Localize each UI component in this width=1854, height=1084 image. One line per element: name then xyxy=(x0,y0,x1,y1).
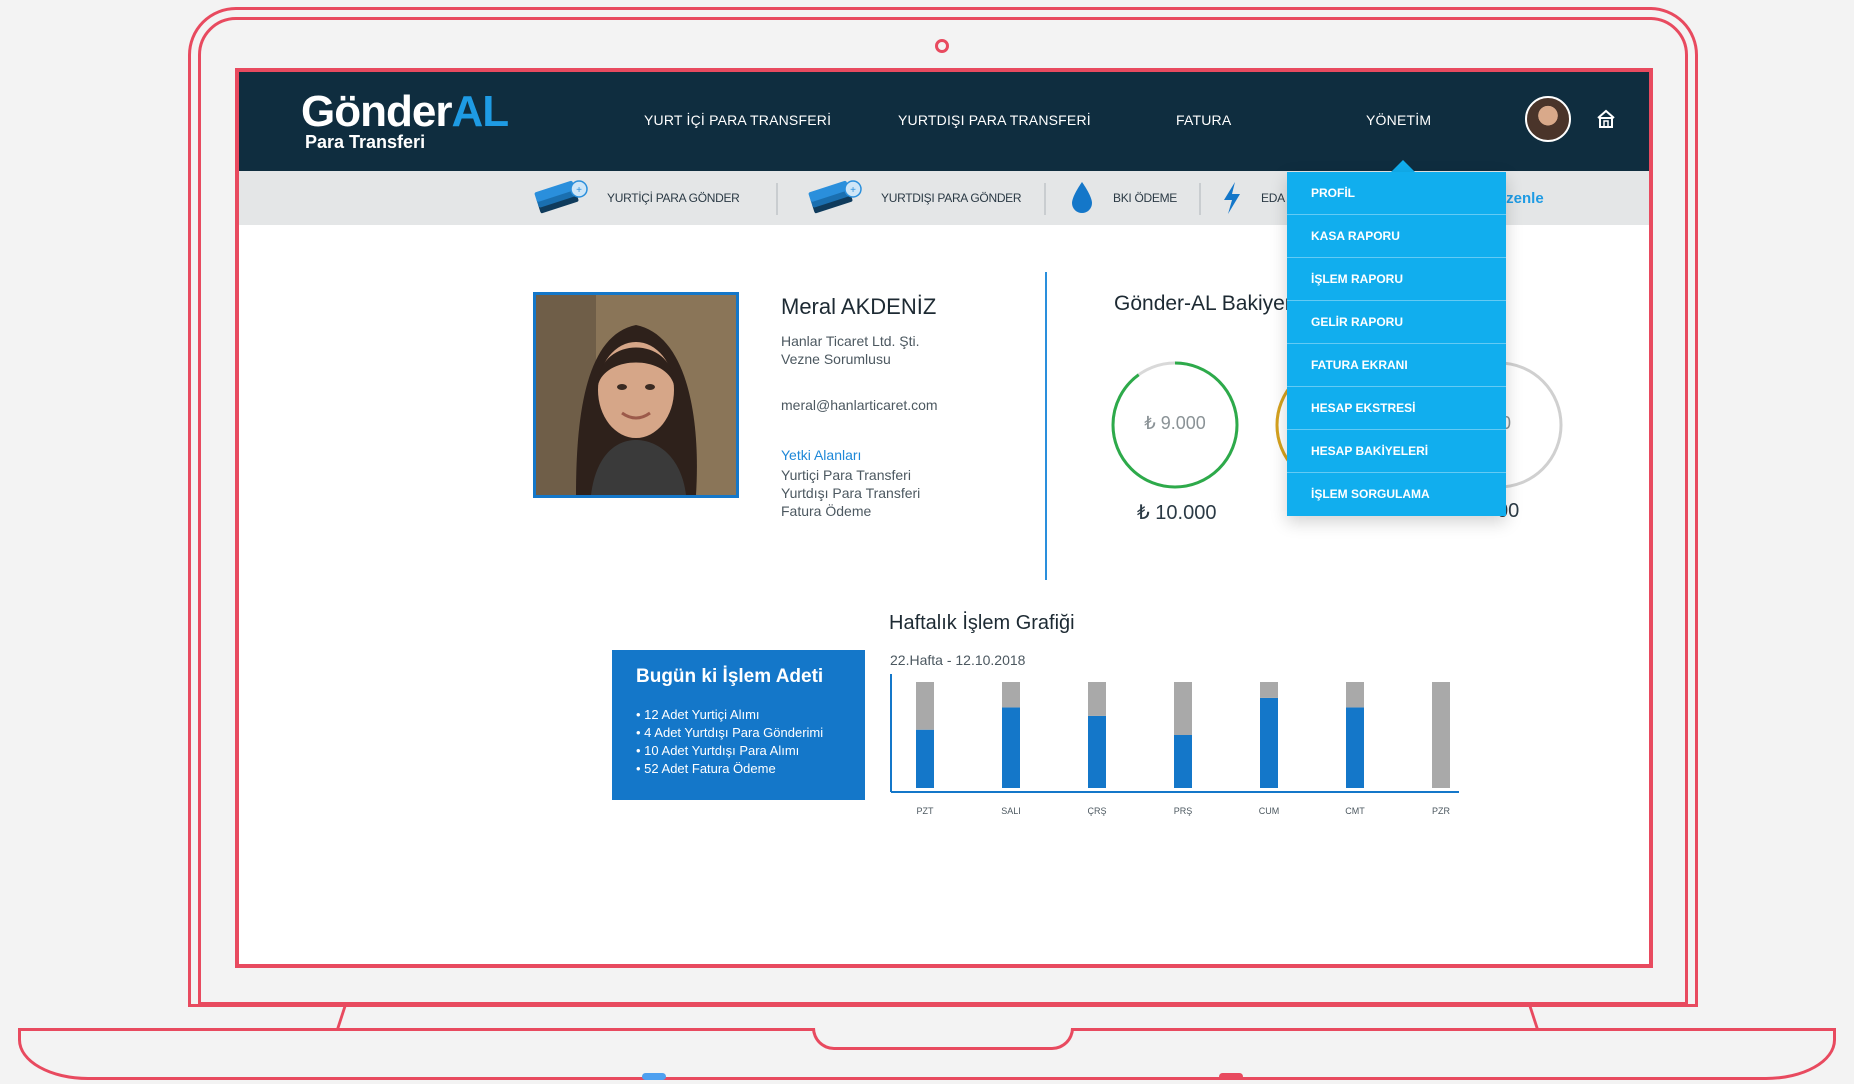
lightning-icon xyxy=(1224,182,1240,214)
x-tick-label: SALI xyxy=(1001,806,1021,816)
dropdown-caret xyxy=(1391,160,1415,172)
bar-remainder xyxy=(1432,682,1450,788)
today-item: • 52 Adet Fatura Ödeme xyxy=(636,761,776,776)
x-tick-label: PZR xyxy=(1432,806,1451,816)
today-transactions-card: Bugün ki İşlem Adeti • 12 Adet Yurtiçi A… xyxy=(612,650,865,800)
permission-item: Yurtdışı Para Transferi xyxy=(781,485,921,501)
logo[interactable]: GönderAL Para Transferi xyxy=(301,87,509,153)
today-list: • 12 Adet Yurtiçi Alımı • 4 Adet Yurtdış… xyxy=(636,706,823,778)
divider xyxy=(1044,183,1046,215)
permission-item: Yurtiçi Para Transferi xyxy=(781,467,911,483)
money-stack-icon: + xyxy=(808,180,862,214)
profile-email[interactable]: meral@hanlarticaret.com xyxy=(781,396,938,414)
avatar[interactable] xyxy=(1525,96,1571,142)
x-tick-label: CMT xyxy=(1345,806,1365,816)
subnav-water-payment[interactable]: BKI ÖDEME xyxy=(1069,171,1177,225)
menu-item-profile[interactable]: PROFİL xyxy=(1287,172,1506,215)
profile-name: Meral AKDENİZ xyxy=(781,294,937,319)
bar-remainder xyxy=(916,682,934,730)
bar-value xyxy=(1346,707,1364,788)
laptop-notch xyxy=(812,1028,1074,1050)
subnav-label: BKI ÖDEME xyxy=(1113,191,1177,205)
nav-invoice[interactable]: FATURA xyxy=(1176,112,1231,128)
bar-value xyxy=(1088,715,1106,788)
nav-international-transfer[interactable]: YURTDIŞI PARA TRANSFERİ xyxy=(898,112,1091,128)
permissions-title: Yetki Alanları xyxy=(781,447,862,463)
bar-remainder xyxy=(1346,682,1364,708)
nav-domestic-transfer[interactable]: YURT İÇİ PARA TRANSFERİ xyxy=(644,112,831,128)
profile-photo xyxy=(533,292,739,498)
nav-management[interactable]: YÖNETİM xyxy=(1366,112,1431,128)
logo-text: Gönder xyxy=(301,87,452,136)
weekly-bar-chart: PZT SALI ÇRŞ PRŞ CUM CMT PZR xyxy=(890,674,1459,816)
subnav-electric-payment[interactable]: EDA xyxy=(1221,171,1285,225)
subnav-right-link[interactable]: izenle xyxy=(1502,190,1544,207)
x-tick-label: PZT xyxy=(917,806,935,816)
today-item: • 10 Adet Yurtdışı Para Alımı xyxy=(636,743,800,758)
divider xyxy=(1045,272,1047,580)
balance-title: Gönder-AL Bakiyeniz xyxy=(1114,292,1312,315)
profile-role: Vezne Sorumlusu xyxy=(781,351,891,367)
menu-item-transaction-query[interactable]: İŞLEM SORGULAMA xyxy=(1287,473,1506,515)
svg-text:+: + xyxy=(850,185,856,196)
hinge xyxy=(335,1003,348,1031)
water-drop-icon xyxy=(1072,182,1092,213)
bar-value xyxy=(1260,697,1278,788)
svg-text:+: + xyxy=(576,185,582,196)
person-photo xyxy=(536,295,736,495)
bar-value xyxy=(1002,707,1020,788)
x-tick-label: CUM xyxy=(1259,806,1280,816)
menu-item-invoice-screen[interactable]: FATURA EKRANI xyxy=(1287,344,1506,387)
permission-item: Fatura Ödeme xyxy=(781,503,872,519)
chart-title: Haftalık İşlem Grafiği xyxy=(889,612,1075,634)
management-dropdown: PROFİL KASA RAPORU İŞLEM RAPORU GELİR RA… xyxy=(1287,172,1506,516)
logo-accent: AL xyxy=(451,87,509,136)
home-icon[interactable] xyxy=(1595,108,1617,130)
hinge xyxy=(1527,1003,1540,1031)
camera-icon xyxy=(935,39,949,53)
menu-item-account-statement[interactable]: HESAP EKSTRESİ xyxy=(1287,387,1506,430)
subnav-label: YURTDIŞI PARA GÖNDER xyxy=(881,191,1022,205)
subnav-international-send[interactable]: + YURTDIŞI PARA GÖNDER xyxy=(805,171,1022,225)
status-light xyxy=(1219,1073,1243,1080)
screen: GönderAL Para Transferi YURT İÇİ PARA TR… xyxy=(235,68,1653,968)
bar-remainder xyxy=(1088,682,1106,716)
money-stack-icon: + xyxy=(534,180,588,214)
status-light xyxy=(642,1073,666,1080)
x-tick-label: PRŞ xyxy=(1174,806,1193,816)
bar-value xyxy=(1174,735,1192,788)
subnav-label: EDA xyxy=(1261,191,1285,205)
chart-subtitle: 22.Hafta - 12.10.2018 xyxy=(890,652,1026,668)
x-tick-label: ÇRŞ xyxy=(1087,806,1106,816)
menu-item-account-balances[interactable]: HESAP BAKİYELERİ xyxy=(1287,430,1506,473)
today-item: • 4 Adet Yurtdışı Para Gönderimi xyxy=(636,725,824,740)
today-item: • 12 Adet Yurtiçi Alımı xyxy=(636,707,760,722)
balance-ring-value: ₺ 9.000 xyxy=(1144,413,1206,433)
top-navigation: GönderAL Para Transferi YURT İÇİ PARA TR… xyxy=(239,72,1649,171)
bar-remainder xyxy=(1002,682,1020,708)
profile-company: Hanlar Ticaret Ltd. Şti. xyxy=(781,333,920,349)
today-title: Bugün ki İşlem Adeti xyxy=(636,666,824,687)
bar-remainder xyxy=(1260,682,1278,698)
subnav-domestic-send[interactable]: + YURTİÇİ PARA GÖNDER xyxy=(531,171,740,225)
bar-remainder xyxy=(1174,682,1192,735)
divider xyxy=(1199,183,1201,215)
bar-value xyxy=(916,729,934,788)
divider xyxy=(776,183,778,215)
balance-limit: ₺ 10.000 xyxy=(1137,502,1217,524)
menu-item-cash-report[interactable]: KASA RAPORU xyxy=(1287,215,1506,258)
menu-item-income-report[interactable]: GELİR RAPORU xyxy=(1287,301,1506,344)
menu-item-transaction-report[interactable]: İŞLEM RAPORU xyxy=(1287,258,1506,301)
subnav-label: YURTİÇİ PARA GÖNDER xyxy=(607,191,740,205)
